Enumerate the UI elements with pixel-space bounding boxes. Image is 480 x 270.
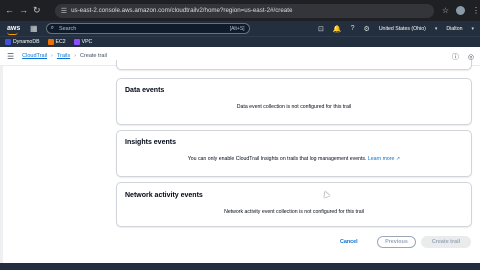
network-activity-events-panel: Network activity events Network activity… (116, 182, 472, 227)
favorite-ec2[interactable]: EC2 (47, 39, 66, 45)
data-events-title: Data events (125, 87, 165, 94)
account-menu[interactable]: Dialton (446, 26, 462, 32)
notifications-bell-icon[interactable]: 🔔 (333, 25, 342, 33)
insights-events-title: Insights events (125, 139, 176, 146)
ec2-icon (47, 39, 54, 45)
aws-top-nav: aws ▦ ⌕ Search [Alt+S] ⊡ 🔔 ? ⚙ United St… (0, 21, 480, 36)
previous-button[interactable]: Previous (377, 236, 416, 248)
browser-nav: ← → ↻ (0, 6, 55, 15)
data-events-message: Data event collection is not configured … (236, 104, 352, 110)
cancel-button[interactable]: Cancel (340, 236, 358, 248)
footer-strip (0, 263, 480, 270)
breadcrumb-current: Create trail (79, 53, 107, 59)
favorite-label: EC2 (55, 39, 66, 45)
search-shortcut: [Alt+S] (229, 25, 245, 32)
favorite-label: VPC (81, 39, 93, 45)
favorite-label: DynamoDB (13, 39, 40, 45)
learn-more-label: Learn more (367, 156, 395, 162)
external-link-icon: ↗ (395, 156, 401, 162)
services-grid-icon[interactable]: ▦ (30, 24, 38, 33)
settings-gear-icon[interactable]: ⚙ (364, 25, 370, 33)
search-icon: ⌕ (50, 25, 54, 31)
back-icon[interactable]: ← (5, 6, 14, 15)
aws-logo[interactable]: aws (7, 25, 21, 35)
learn-more-link[interactable]: Learn more ↗ (368, 156, 400, 162)
help-icon[interactable]: ? (351, 25, 355, 32)
region-caret-icon[interactable]: ▾ (435, 26, 438, 32)
data-events-panel: Data events Data event collection is not… (116, 78, 472, 125)
account-caret-icon[interactable]: ▾ (471, 26, 474, 32)
browser-menu-icon[interactable]: ⋮ (472, 6, 480, 15)
aws-nav-right: ⊡ 🔔 ? ⚙ United States (Ohio) ▾ Dialton ▾ (318, 21, 474, 36)
aws-logo-text: aws (7, 25, 21, 32)
aws-smile-icon (7, 32, 18, 35)
search-placeholder: Search (58, 25, 77, 32)
network-activity-events-message: Network activity event collection is not… (224, 209, 364, 215)
insights-events-message-row: You can only enable CloudTrail Insights … (117, 156, 471, 162)
reload-icon[interactable]: ↻ (33, 6, 41, 15)
favorite-vpc[interactable]: VPC (73, 39, 93, 45)
previous-panel-bottom (116, 60, 472, 70)
hamburger-menu-icon[interactable]: ☰ (7, 52, 14, 61)
dynamodb-icon (5, 39, 11, 45)
breadcrumb-trails[interactable]: Trails (57, 53, 70, 59)
cloudshell-icon[interactable]: ⊡ (318, 25, 324, 33)
network-activity-events-title: Network activity events (125, 192, 203, 199)
insights-events-panel: Insights events You can only enable Clou… (116, 130, 472, 177)
address-url: us-east-2.console.aws.amazon.com/cloudtr… (71, 7, 293, 14)
site-info-icon[interactable]: ☰ (61, 7, 67, 15)
region-selector[interactable]: United States (Ohio) (379, 26, 426, 32)
breadcrumb-separator-icon: › (51, 53, 53, 59)
insights-events-message: You can only enable CloudTrail Insights … (187, 156, 367, 162)
breadcrumb: CloudTrail › Trails › Create trail (22, 53, 107, 59)
profile-avatar[interactable] (456, 6, 465, 15)
address-bar[interactable]: ☰ us-east-2.console.aws.amazon.com/cloud… (54, 3, 434, 18)
browser-actions: ☆ ⋮ (442, 6, 480, 15)
favorites-bar: DynamoDB EC2 VPC (0, 36, 480, 47)
browser-toolbar: ← → ↻ ☰ us-east-2.console.aws.amazon.com… (0, 0, 480, 21)
forward-icon[interactable]: → (19, 6, 28, 15)
bookmark-star-icon[interactable]: ☆ (442, 6, 449, 15)
search-input[interactable]: ⌕ Search [Alt+S] (45, 23, 250, 34)
create-trail-button[interactable]: Create trail (421, 236, 471, 248)
breadcrumb-separator-icon: › (74, 53, 76, 59)
side-rail (0, 66, 3, 270)
vpc-icon (73, 39, 80, 45)
favorite-dynamodb[interactable]: DynamoDB (5, 39, 40, 45)
breadcrumb-cloudtrail[interactable]: CloudTrail (22, 53, 47, 59)
